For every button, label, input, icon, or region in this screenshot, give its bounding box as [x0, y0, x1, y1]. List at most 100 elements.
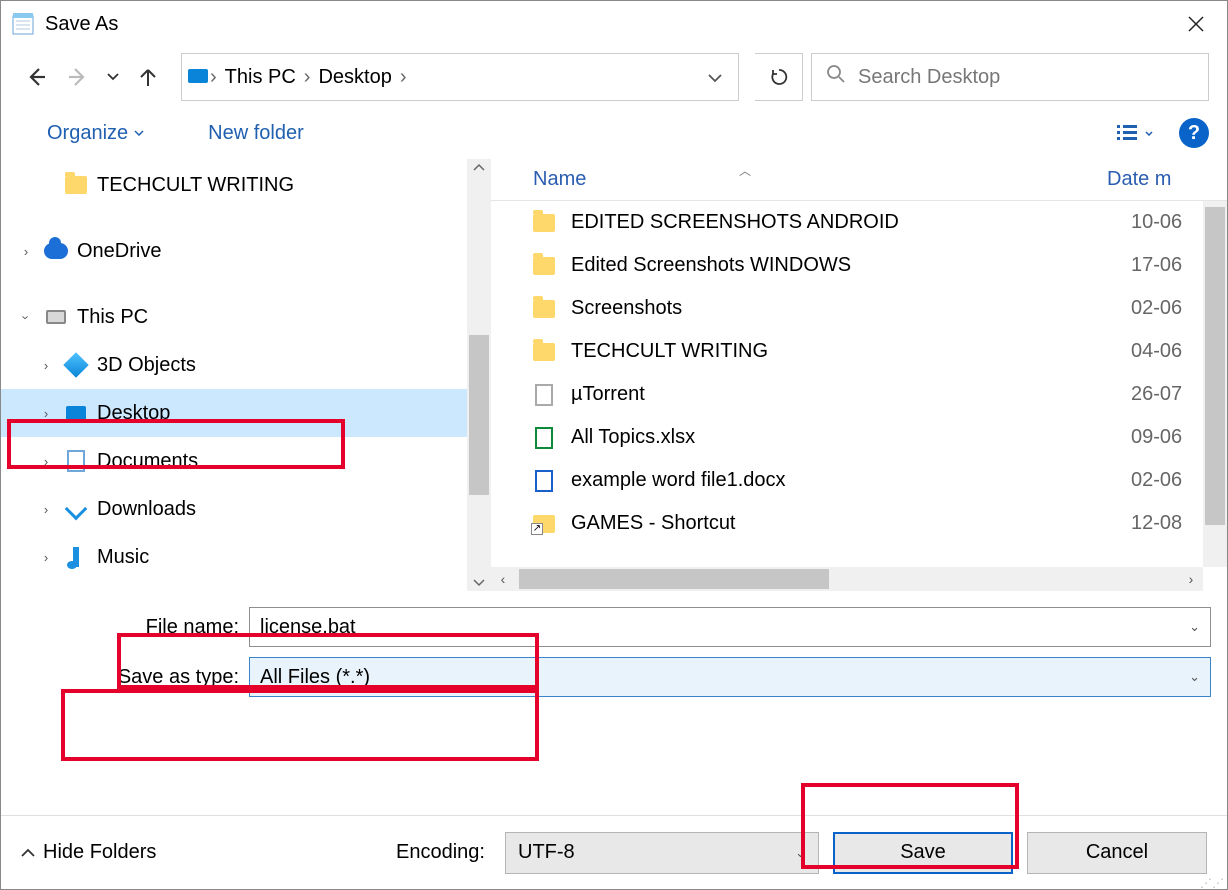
breadcrumb-thispc[interactable]: This PC: [219, 66, 302, 89]
list-item[interactable]: All Topics.xlsx09-06: [491, 416, 1227, 459]
tree-label: Music: [97, 546, 149, 569]
this-pc-icon: [188, 66, 208, 89]
tree-item-techcult[interactable]: TECHCULT WRITING: [1, 161, 491, 209]
help-button[interactable]: ?: [1179, 118, 1209, 148]
navigation-bar: › This PC › Desktop › Search Desktop: [1, 47, 1227, 107]
organize-label: Organize: [47, 122, 128, 145]
scrollbar-thumb[interactable]: [1205, 207, 1225, 525]
scroll-right-icon: ›: [1179, 571, 1203, 587]
resize-grip[interactable]: ⋰⋰: [1200, 880, 1224, 886]
view-options-button[interactable]: [1109, 120, 1161, 146]
tree-item-thispc[interactable]: › This PC: [1, 293, 491, 341]
shortcut-icon: [531, 511, 557, 537]
list-item[interactable]: µTorrent26-07: [491, 373, 1227, 416]
forward-button[interactable]: [61, 60, 95, 94]
column-date[interactable]: Date m: [1107, 168, 1203, 191]
address-bar[interactable]: › This PC › Desktop ›: [181, 53, 739, 101]
column-name-label: Name: [533, 168, 586, 190]
chevron-right-icon: ›: [37, 358, 55, 373]
organize-button[interactable]: Organize: [39, 118, 152, 149]
highlight-savetype: [61, 689, 539, 761]
recent-locations-dropdown[interactable]: [103, 73, 123, 81]
tree-label: TECHCULT WRITING: [97, 174, 294, 197]
savetype-combo[interactable]: All Files (*.*) ⌄: [249, 657, 1211, 697]
folder-icon: [63, 172, 89, 198]
music-icon: [63, 544, 89, 570]
address-history-dropdown[interactable]: [698, 66, 732, 89]
scroll-up-icon: [473, 163, 485, 171]
list-item[interactable]: GAMES - Shortcut12-08: [491, 502, 1227, 545]
list-horizontal-scrollbar[interactable]: ‹ ›: [491, 567, 1203, 591]
tree-item-documents[interactable]: › Documents: [1, 437, 491, 485]
file-name: TECHCULT WRITING: [571, 340, 1131, 363]
list-header: Name ︿ Date m: [491, 159, 1227, 201]
file-name: GAMES - Shortcut: [571, 512, 1131, 535]
list-item[interactable]: TECHCULT WRITING04-06: [491, 330, 1227, 373]
tree-item-downloads[interactable]: › Downloads: [1, 485, 491, 533]
list-item[interactable]: EDITED SCREENSHOTS ANDROID10-06: [491, 201, 1227, 244]
encoding-combo[interactable]: UTF-8 ⌄: [505, 832, 819, 874]
chevron-down-icon[interactable]: ⌄: [1189, 619, 1200, 635]
save-button[interactable]: Save: [833, 832, 1013, 874]
search-input[interactable]: Search Desktop: [811, 53, 1209, 101]
tree-label: Desktop: [97, 402, 170, 425]
chevron-down-icon: [134, 130, 144, 136]
desktop-icon: [63, 400, 89, 426]
up-button[interactable]: [131, 60, 165, 94]
column-name[interactable]: Name ︿: [491, 168, 1107, 191]
refresh-button[interactable]: [755, 53, 803, 101]
tree-label: Downloads: [97, 498, 196, 521]
toolbar: Organize New folder ?: [1, 107, 1227, 159]
tree-item-desktop[interactable]: › Desktop: [1, 389, 491, 437]
generic-icon: [531, 382, 557, 408]
chevron-down-icon[interactable]: ⌄: [1189, 669, 1200, 685]
chevron-right-icon: ›: [302, 66, 313, 89]
list-item[interactable]: Screenshots02-06: [491, 287, 1227, 330]
chevron-right-icon: ›: [208, 66, 219, 89]
file-name: µTorrent: [571, 383, 1131, 406]
folder-icon: [531, 296, 557, 322]
chevron-right-icon: ›: [398, 66, 409, 89]
tree-item-onedrive[interactable]: › OneDrive: [1, 227, 491, 275]
list-vertical-scrollbar[interactable]: [1203, 201, 1227, 567]
chevron-right-icon: ›: [37, 502, 55, 517]
encoding-value: UTF-8: [518, 841, 575, 864]
folder-icon: [531, 253, 557, 279]
folder-icon: [531, 210, 557, 236]
list-item[interactable]: Edited Screenshots WINDOWS17-06: [491, 244, 1227, 287]
hide-folders-button[interactable]: Hide Folders: [21, 841, 156, 864]
folder-icon: [531, 339, 557, 365]
chevron-down-icon: ›: [19, 308, 34, 326]
back-button[interactable]: [19, 60, 53, 94]
view-icon: [1117, 124, 1139, 142]
encoding-label: Encoding:: [396, 841, 485, 864]
cancel-button[interactable]: Cancel: [1027, 832, 1207, 874]
tree-label: Documents: [97, 450, 198, 473]
chevron-down-icon[interactable]: ⌄: [795, 845, 806, 861]
scroll-left-icon: ‹: [491, 571, 515, 587]
filename-input[interactable]: license.bat ⌄: [249, 607, 1211, 647]
chevron-down-icon: [1145, 131, 1153, 136]
scrollbar-thumb[interactable]: [469, 335, 489, 495]
scrollbar-thumb[interactable]: [519, 569, 829, 589]
search-icon: [826, 64, 846, 90]
new-folder-button[interactable]: New folder: [200, 118, 312, 149]
tree-item-3d-objects[interactable]: › 3D Objects: [1, 341, 491, 389]
bottom-bar: Hide Folders Encoding: UTF-8 ⌄ Save Canc…: [1, 815, 1227, 889]
tree-item-music[interactable]: › Music: [1, 533, 491, 581]
list-item[interactable]: example word file1.docx02-06: [491, 459, 1227, 502]
tree-scrollbar[interactable]: [467, 159, 491, 591]
filename-label: File name:: [17, 616, 249, 639]
chevron-right-icon: ›: [17, 244, 35, 259]
notepad-icon: [9, 10, 37, 38]
breadcrumb-desktop[interactable]: Desktop: [312, 66, 397, 89]
savetype-value: All Files (*.*): [260, 666, 370, 689]
chevron-right-icon: ›: [37, 550, 55, 565]
file-name: EDITED SCREENSHOTS ANDROID: [571, 211, 1131, 234]
chevron-right-icon: ›: [37, 454, 55, 469]
file-name: example word file1.docx: [571, 469, 1131, 492]
close-button[interactable]: [1173, 1, 1219, 47]
content-area: TECHCULT WRITING › OneDrive › This PC › …: [1, 159, 1227, 591]
file-name: Screenshots: [571, 297, 1131, 320]
tree-label: 3D Objects: [97, 354, 196, 377]
